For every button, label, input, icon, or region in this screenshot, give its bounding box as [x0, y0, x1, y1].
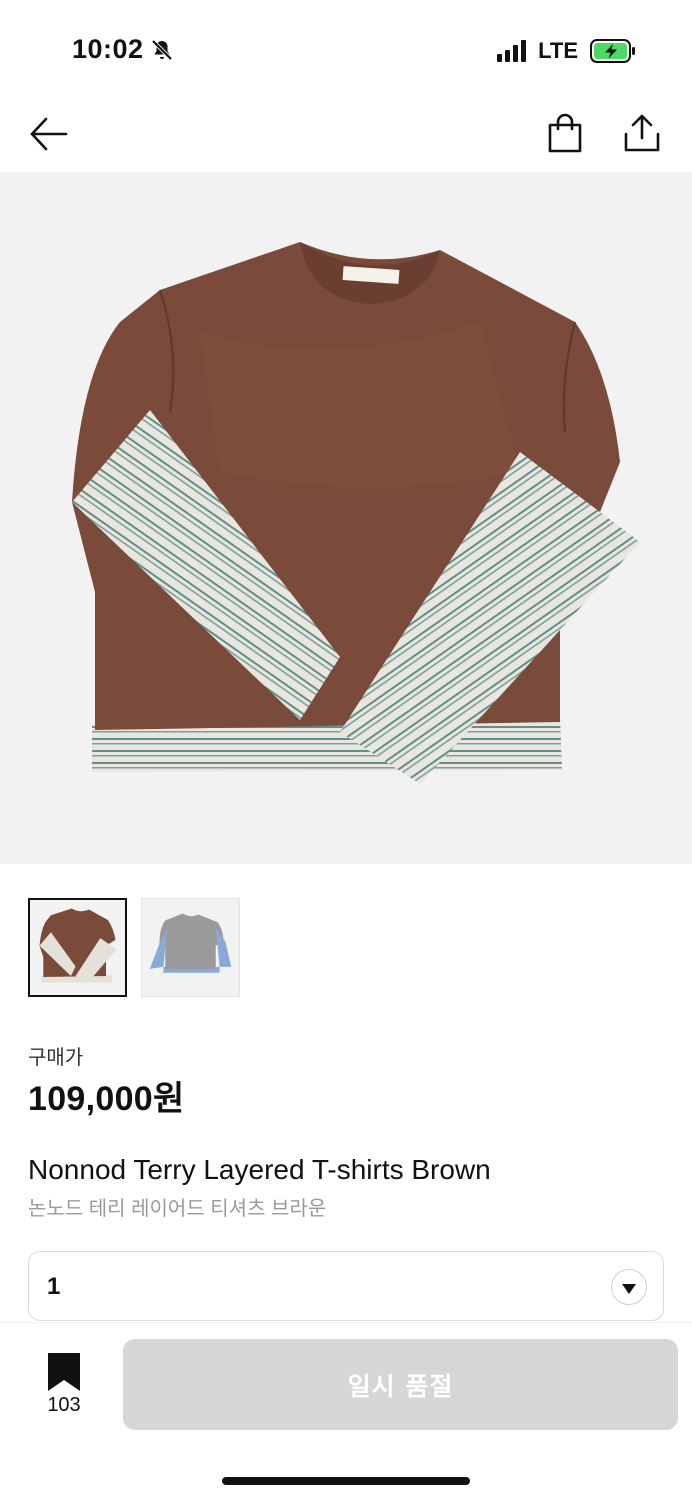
product-main-image[interactable]	[0, 172, 692, 864]
status-bar: 10:02 LTE	[0, 0, 692, 100]
clock: 10:02	[72, 34, 144, 64]
bookmark-count: 103	[47, 1394, 81, 1416]
shopping-bag-icon[interactable]	[546, 112, 584, 154]
thumbnail-gray[interactable]	[141, 898, 240, 997]
product-name: Nonnod Terry Layered T-shirts Brown	[28, 1154, 491, 1185]
status-time: 10:02	[72, 34, 174, 65]
thumbnail-list	[28, 898, 240, 997]
arrow-left-icon[interactable]	[28, 114, 70, 154]
bookmark-button[interactable]: 103	[38, 1353, 90, 1417]
gray-layered-tshirt-thumb	[142, 899, 239, 996]
brown-layered-tshirt-thumb	[30, 900, 125, 995]
bottom-action-bar: 103 일시 품절	[0, 1322, 692, 1500]
product-name-korean: 논노드 테리 레이어드 티셔츠 브라운	[28, 1198, 327, 1220]
share-icon[interactable]	[622, 112, 662, 154]
brown-layered-tshirt-image	[72, 242, 640, 784]
network-label: LTE	[538, 38, 578, 63]
quantity-value: 1	[47, 1273, 61, 1300]
price-label: 구매가	[28, 1047, 84, 1069]
signal-icon	[497, 40, 527, 62]
bell-slash-icon	[151, 39, 172, 60]
sold-out-button[interactable]: 일시 품절	[123, 1339, 678, 1430]
quantity-select[interactable]: 1	[28, 1251, 664, 1321]
bookmark-icon	[48, 1353, 80, 1391]
battery-charging-icon	[590, 39, 635, 63]
thumbnail-brown[interactable]	[28, 898, 127, 997]
status-indicators: LTE	[497, 38, 636, 64]
nav-bar	[0, 100, 692, 172]
chevron-down-icon[interactable]	[611, 1269, 647, 1305]
home-indicator	[222, 1477, 470, 1485]
price-value: 109,000원	[28, 1080, 185, 1118]
